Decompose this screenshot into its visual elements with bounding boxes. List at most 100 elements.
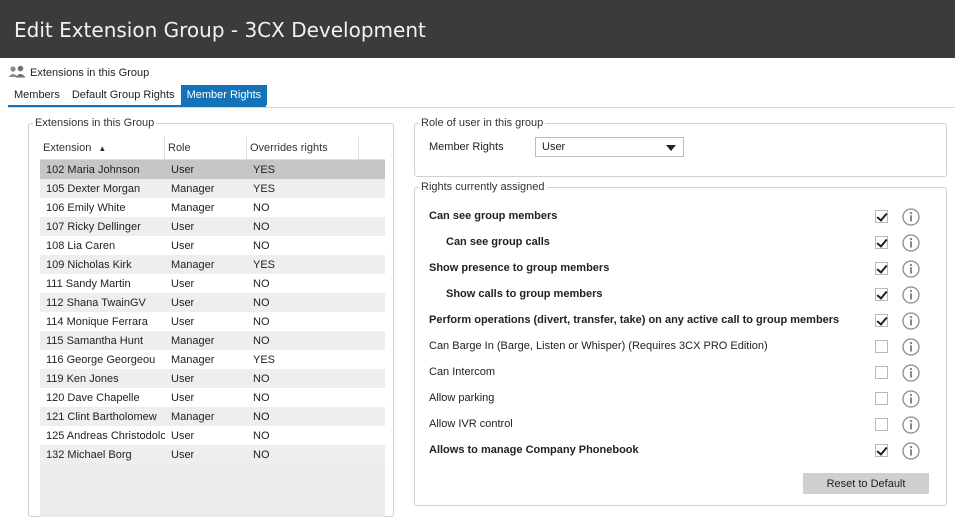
right-checkbox[interactable]: [875, 418, 888, 431]
sort-ascending-icon: ▲: [98, 144, 107, 153]
right-row: Can see group calls: [429, 230, 929, 256]
cell-extension: 102 Maria Johnson: [46, 163, 140, 176]
table-row[interactable]: 111 Sandy Martin User NO: [40, 274, 385, 293]
cell-extension: 120 Dave Chapelle: [46, 391, 140, 404]
cell-overrides: YES: [253, 258, 276, 271]
cell-role: User: [171, 220, 195, 233]
table-row[interactable]: 125 Andreas Christodolo User NO: [40, 426, 385, 445]
info-icon[interactable]: [902, 364, 920, 382]
right-checkbox[interactable]: [875, 236, 888, 249]
cell-role: Manager: [171, 201, 215, 214]
table-row[interactable]: 112 Shana TwainGV User NO: [40, 293, 385, 312]
extensions-panel-legend: Extensions in this Group: [35, 117, 155, 129]
right-label: Show calls to group members: [446, 288, 603, 300]
cell-overrides: NO: [253, 296, 270, 309]
group-users-icon: [8, 65, 26, 82]
cell-overrides: NO: [253, 315, 270, 328]
right-checkbox[interactable]: [875, 340, 888, 353]
table-row[interactable]: 107 Ricky Dellinger User NO: [40, 217, 385, 236]
cell-role: User: [171, 391, 195, 404]
right-label: Can see group calls: [446, 236, 550, 248]
table-row[interactable]: 108 Lia Caren User NO: [40, 236, 385, 255]
right-checkbox[interactable]: [875, 210, 888, 223]
role-panel-legend: Role of user in this group: [421, 117, 544, 129]
table-row[interactable]: 120 Dave Chapelle User NO: [40, 388, 385, 407]
right-checkbox[interactable]: [875, 444, 888, 457]
table-row[interactable]: 105 Dexter Morgan Manager YES: [40, 179, 385, 198]
table-row[interactable]: 119 Ken Jones User NO: [40, 369, 385, 388]
cell-role: User: [171, 296, 195, 309]
chevron-down-icon: [666, 145, 676, 151]
cell-extension: 107 Ricky Dellinger: [46, 220, 141, 233]
right-label: Allows to manage Company Phonebook: [429, 444, 639, 456]
cell-extension: 105 Dexter Morgan: [46, 182, 141, 195]
right-label: Show presence to group members: [429, 262, 610, 274]
extensions-table-header: Extension ▲ Role Overrides rights: [40, 137, 385, 160]
right-label: Allow IVR control: [429, 418, 513, 430]
column-header-filler: [359, 137, 385, 160]
cell-overrides: NO: [253, 372, 270, 385]
cell-extension: 111 Sandy Martin: [46, 277, 131, 290]
right-row: Allow IVR control: [429, 412, 929, 438]
cell-extension: 114 Monique Ferrara: [46, 315, 148, 328]
cell-role: Manager: [171, 182, 215, 195]
info-icon[interactable]: [902, 416, 920, 434]
right-checkbox[interactable]: [875, 392, 888, 405]
table-row[interactable]: 132 Michael Borg User NO: [40, 445, 385, 464]
info-icon[interactable]: [902, 312, 920, 330]
table-row[interactable]: 116 George Georgeou Manager YES: [40, 350, 385, 369]
right-checkbox[interactable]: [875, 366, 888, 379]
right-row: Perform operations (divert, transfer, ta…: [429, 308, 929, 334]
tab-bar: Members Default Group Rights Member Righ…: [8, 85, 268, 105]
table-row[interactable]: 102 Maria Johnson User YES: [40, 160, 385, 179]
right-label: Can see group members: [429, 210, 558, 222]
right-checkbox[interactable]: [875, 288, 888, 301]
tab-default-group-rights[interactable]: Default Group Rights: [66, 85, 181, 105]
section-header: Extensions in this Group: [8, 64, 149, 82]
right-label: Can Intercom: [429, 366, 496, 378]
window-title: Edit Extension Group - 3CX Development: [0, 0, 955, 58]
cell-extension: 109 Nicholas Kirk: [46, 258, 132, 271]
right-checkbox[interactable]: [875, 314, 888, 327]
column-header-extension[interactable]: Extension ▲: [40, 137, 165, 160]
cell-role: Manager: [171, 353, 215, 366]
column-header-overrides[interactable]: Overrides rights: [247, 137, 359, 160]
cell-overrides: YES: [253, 353, 276, 366]
cell-role: User: [171, 429, 195, 442]
cell-overrides: NO: [253, 391, 270, 404]
reset-to-default-button[interactable]: Reset to Default: [803, 473, 929, 494]
cell-overrides: YES: [253, 182, 276, 195]
cell-role: User: [171, 239, 195, 252]
cell-extension: 121 Clint Bartholomew: [46, 410, 157, 423]
member-rights-select[interactable]: User: [535, 137, 684, 157]
cell-role: User: [171, 372, 195, 385]
cell-overrides: NO: [253, 410, 270, 423]
cell-extension: 132 Michael Borg: [46, 448, 132, 461]
info-icon[interactable]: [902, 260, 920, 278]
tab-member-rights[interactable]: Member Rights: [180, 85, 268, 105]
table-row[interactable]: 106 Emily White Manager NO: [40, 198, 385, 217]
table-row[interactable]: 121 Clint Bartholomew Manager NO: [40, 407, 385, 426]
cell-extension: 112 Shana TwainGV: [46, 296, 146, 309]
right-row: Can Barge In (Barge, Listen or Whisper) …: [429, 334, 929, 360]
table-row[interactable]: 115 Samantha Hunt Manager NO: [40, 331, 385, 350]
info-icon[interactable]: [902, 442, 920, 460]
info-icon[interactable]: [902, 208, 920, 226]
right-row: Show calls to group members: [429, 282, 929, 308]
table-row[interactable]: 114 Monique Ferrara User NO: [40, 312, 385, 331]
column-header-role[interactable]: Role: [165, 137, 247, 160]
right-checkbox[interactable]: [875, 262, 888, 275]
info-icon[interactable]: [902, 234, 920, 252]
info-icon[interactable]: [902, 390, 920, 408]
rights-list: Can see group members Can see group calls…: [429, 204, 929, 464]
right-row: Show presence to group members: [429, 256, 929, 282]
right-row: Can see group members: [429, 204, 929, 230]
right-label: Perform operations (divert, transfer, ta…: [429, 314, 840, 326]
cell-role: User: [171, 448, 195, 461]
cell-extension: 106 Emily White: [46, 201, 126, 214]
tab-members[interactable]: Members: [8, 85, 66, 105]
table-row[interactable]: 109 Nicholas Kirk Manager YES: [40, 255, 385, 274]
info-icon[interactable]: [902, 286, 920, 304]
info-icon[interactable]: [902, 338, 920, 356]
right-label: Can Barge In (Barge, Listen or Whisper) …: [429, 340, 768, 352]
